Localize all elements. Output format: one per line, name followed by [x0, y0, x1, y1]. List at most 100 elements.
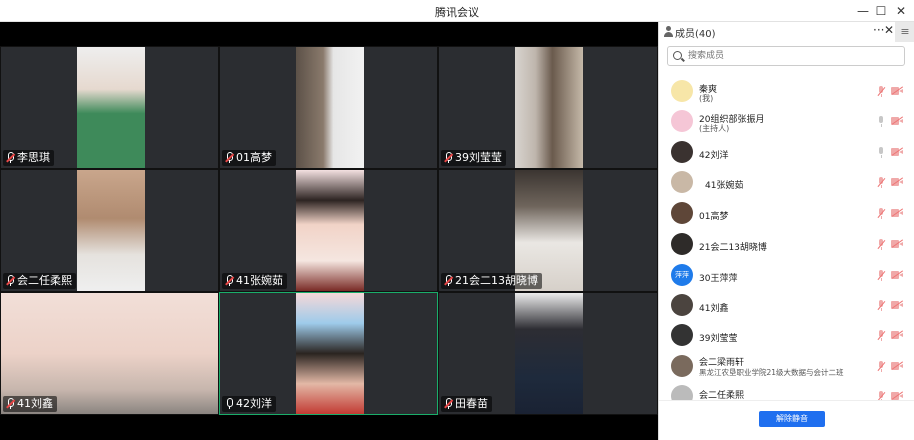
- tile-label: 39刘莹莹: [441, 150, 506, 166]
- mic-muted-icon: [443, 152, 453, 164]
- members-panel-header: 成员(40) ··· ✕ ≡: [659, 22, 914, 42]
- video-tile[interactable]: 会二任柔熙: [0, 169, 219, 292]
- avatar: [671, 202, 693, 224]
- video-tile[interactable]: 田春苗: [438, 292, 658, 415]
- member-list: 秦爽 (我) 20组织部张振月 (主持人) 42刘洋 41张婉茹 01高梦 21…: [659, 78, 914, 400]
- close-window-button[interactable]: ✕: [890, 2, 912, 20]
- video-tile[interactable]: 41刘鑫: [0, 292, 219, 415]
- tile-label: 41刘鑫: [3, 396, 57, 412]
- list-item[interactable]: 21会二13胡晓博: [659, 231, 914, 261]
- member-name: 会二任柔熙: [699, 391, 745, 400]
- member-class: 黑龙江农垦职业学院21级大数据与会计二班: [699, 368, 844, 377]
- list-item[interactable]: 01高梦: [659, 200, 914, 230]
- list-item[interactable]: 41刘鑫: [659, 292, 914, 322]
- person-icon: [663, 26, 673, 37]
- video-tile[interactable]: 01高梦: [219, 46, 438, 169]
- tile-label: 01高梦: [222, 150, 276, 166]
- participant-name: 42刘洋: [236, 397, 272, 410]
- participant-name: 21会二13胡晓博: [455, 274, 538, 287]
- camera-off-icon[interactable]: [891, 391, 904, 400]
- list-item[interactable]: 42刘洋: [659, 139, 914, 169]
- camera-off-icon[interactable]: [891, 361, 904, 370]
- list-item[interactable]: 萍萍 30王萍萍: [659, 262, 914, 292]
- members-panel: 成员(40) ··· ✕ ≡ 秦爽 (我) 20组织部张振月 (主持人): [658, 22, 914, 440]
- participant-name: 会二任柔熙: [17, 274, 72, 287]
- more-options-button[interactable]: ···: [873, 23, 884, 37]
- tile-label: 会二任柔熙: [3, 273, 76, 289]
- participant-name: 李思琪: [17, 151, 50, 164]
- member-role: (我): [699, 94, 714, 103]
- menu-icon[interactable]: ≡: [895, 22, 914, 42]
- mic-muted-icon[interactable]: [877, 177, 886, 188]
- member-name: 41张婉茹: [705, 181, 744, 191]
- participant-name: 01高梦: [236, 151, 272, 164]
- mic-muted-icon: [224, 152, 234, 164]
- camera-off-icon[interactable]: [891, 208, 904, 217]
- member-name: 21会二13胡晓博: [699, 243, 767, 253]
- list-item[interactable]: 会二任柔熙: [659, 383, 914, 400]
- camera-off-icon[interactable]: [891, 270, 904, 279]
- camera-off-icon[interactable]: [891, 147, 904, 156]
- close-panel-button[interactable]: ✕: [884, 23, 894, 37]
- avatar: [671, 110, 693, 132]
- video-tile-active[interactable]: 42刘洋: [219, 292, 438, 415]
- avatar: [671, 355, 693, 377]
- mic-muted-icon[interactable]: [877, 330, 886, 341]
- camera-off-icon[interactable]: [891, 116, 904, 125]
- mic-muted-icon: [5, 398, 15, 410]
- search-input[interactable]: [688, 49, 898, 63]
- mic-muted-icon[interactable]: [877, 270, 886, 281]
- mic-muted-icon[interactable]: [877, 300, 886, 311]
- participant-name: 39刘莹莹: [455, 151, 502, 164]
- mic-icon[interactable]: [877, 116, 886, 127]
- member-search[interactable]: [667, 46, 905, 66]
- tile-label: 李思琪: [3, 150, 54, 166]
- member-name: 01高梦: [699, 212, 729, 222]
- mic-muted-icon[interactable]: [877, 86, 886, 97]
- unmute-all-button[interactable]: 解除静音: [759, 411, 825, 427]
- video-tile[interactable]: 41张婉茹: [219, 169, 438, 292]
- member-role: (主持人): [699, 124, 730, 133]
- video-feed: [515, 47, 583, 168]
- members-count-title: 成员(40): [675, 29, 716, 40]
- video-grid: 李思琪 01高梦 39刘莹莹 会二任柔熙 41张婉茹 21会二13胡晓博 41刘…: [0, 22, 658, 440]
- mic-muted-icon[interactable]: [877, 361, 886, 372]
- mic-muted-icon: [5, 152, 15, 164]
- list-item[interactable]: 39刘莹莹: [659, 322, 914, 352]
- avatar: [671, 324, 693, 346]
- list-item[interactable]: 41张婉茹: [659, 169, 914, 199]
- mic-muted-icon[interactable]: [877, 391, 886, 400]
- list-item[interactable]: 秦爽 (我): [659, 78, 914, 108]
- mic-icon: [224, 398, 234, 410]
- camera-off-icon[interactable]: [891, 177, 904, 186]
- participant-name: 41张婉茹: [236, 274, 283, 287]
- avatar: [671, 80, 693, 102]
- video-tile[interactable]: 李思琪: [0, 46, 219, 169]
- meeting-window: 腾讯会议 — ☐ ✕ 李思琪 01高梦 39刘莹莹 会二任柔熙 41张婉茹 21…: [0, 0, 914, 440]
- list-item[interactable]: 会二梁雨轩 黑龙江农垦职业学院21级大数据与会计二班: [659, 353, 914, 383]
- participant-name: 41刘鑫: [17, 397, 53, 410]
- video-feed: [296, 47, 364, 168]
- video-feed: [296, 293, 364, 414]
- mic-muted-icon[interactable]: [877, 239, 886, 250]
- video-tile[interactable]: 39刘莹莹: [438, 46, 658, 169]
- video-tile[interactable]: 21会二13胡晓博: [438, 169, 658, 292]
- video-feed: [296, 170, 364, 291]
- camera-off-icon[interactable]: [891, 300, 904, 309]
- members-panel-footer: 解除静音: [659, 400, 914, 440]
- avatar: [671, 233, 693, 255]
- camera-off-icon[interactable]: [891, 86, 904, 95]
- list-item[interactable]: 20组织部张振月 (主持人): [659, 108, 914, 138]
- maximize-button[interactable]: ☐: [870, 2, 892, 20]
- tile-label: 田春苗: [441, 396, 492, 412]
- camera-off-icon[interactable]: [891, 330, 904, 339]
- mic-icon[interactable]: [877, 147, 886, 158]
- avatar: [671, 141, 693, 163]
- avatar: [671, 385, 693, 400]
- camera-off-icon[interactable]: [891, 239, 904, 248]
- mic-muted-icon[interactable]: [877, 208, 886, 219]
- member-name: 42刘洋: [699, 151, 729, 161]
- video-feed: [77, 47, 145, 168]
- tile-label: 21会二13胡晓博: [441, 273, 542, 289]
- member-name: 39刘莹莹: [699, 334, 738, 344]
